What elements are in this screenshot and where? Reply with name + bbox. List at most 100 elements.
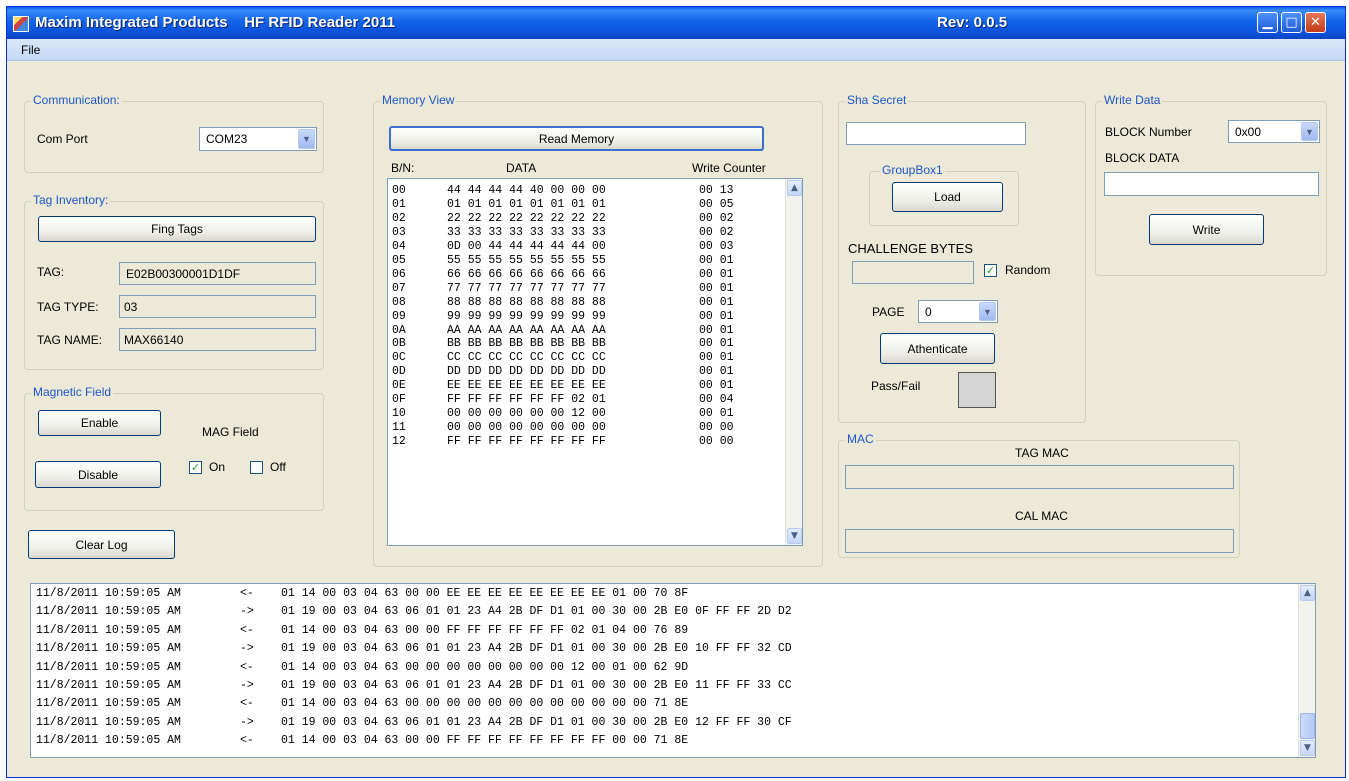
- pass-fail-indicator: [958, 372, 996, 408]
- memory-block-number: 0F: [392, 393, 406, 407]
- challenge-bytes-field[interactable]: [852, 261, 974, 284]
- checkmark-icon: ✓: [190, 461, 201, 474]
- clear-log-button[interactable]: Clear Log: [28, 530, 175, 559]
- memory-block-data: 00 00 00 00 00 00 12 00: [447, 407, 606, 421]
- log-direction: ->: [240, 605, 254, 619]
- block-number-label: BLOCK Number: [1105, 125, 1192, 139]
- memory-write-counter: 00 01: [699, 365, 734, 379]
- sha-secret-field[interactable]: [846, 122, 1026, 145]
- authenticate-button[interactable]: Athenticate: [880, 333, 995, 364]
- memory-write-counter: 00 00: [699, 421, 734, 435]
- memory-write-counter: 00 00: [699, 435, 734, 449]
- menu-file[interactable]: File: [21, 43, 40, 57]
- log-bytes: 01 14 00 03 04 63 00 00 00 00 00 00 00 0…: [281, 697, 689, 711]
- mag-off-label: Off: [270, 460, 286, 474]
- tag-type-field[interactable]: 03: [119, 295, 316, 318]
- memory-write-counter: 00 01: [699, 379, 734, 393]
- log-bytes: 01 19 00 03 04 63 06 01 01 23 A4 2B DF D…: [281, 642, 792, 656]
- memory-write-counter: 00 01: [699, 337, 734, 351]
- menu-bar: File: [7, 39, 1345, 61]
- tag-name-field[interactable]: MAX66140: [119, 328, 316, 351]
- memory-block-data: 99 99 99 99 99 99 99 99: [447, 309, 606, 323]
- log-bytes: 01 19 00 03 04 63 06 01 01 23 A4 2B DF D…: [281, 715, 792, 729]
- log-bytes: 01 14 00 03 04 63 00 00 FF FF FF FF FF F…: [281, 623, 689, 637]
- magnetic-field-title: Magnetic Field: [31, 385, 114, 399]
- log-direction: <-: [240, 734, 254, 748]
- log-bytes: 01 14 00 03 04 63 00 00 00 00 00 00 00 0…: [281, 660, 689, 674]
- tag-mac-field[interactable]: [845, 465, 1234, 489]
- scroll-up-icon[interactable]: ▲: [787, 180, 802, 196]
- authenticate-label: Athenticate: [907, 341, 968, 356]
- log-direction: ->: [240, 679, 254, 692]
- memory-block-data: CC CC CC CC CC CC CC CC: [447, 351, 606, 365]
- tag-mac-label: TAG MAC: [1015, 446, 1069, 460]
- checkmark-icon: ✓: [985, 264, 996, 277]
- memory-write-counter: 00 01: [699, 253, 734, 267]
- memory-scrollbar[interactable]: ▲ ▼: [785, 179, 802, 545]
- title-bar[interactable]: Maxim Integrated Products HF RFID Reader…: [7, 7, 1345, 39]
- com-port-select[interactable]: COM23 ▼: [199, 127, 317, 151]
- write-data-title: Write Data: [1102, 93, 1163, 107]
- memory-write-counter: 00 01: [699, 351, 734, 365]
- memory-write-counter: 00 01: [699, 407, 734, 421]
- memory-block-data: DD DD DD DD DD DD DD DD: [447, 365, 606, 379]
- log-scrollbar[interactable]: ▲ ▼: [1298, 584, 1315, 757]
- log-scroll-thumb[interactable]: [1300, 713, 1315, 739]
- tag-field[interactable]: E02B00300001D1DF: [119, 262, 316, 285]
- chevron-down-icon[interactable]: ▼: [979, 302, 996, 321]
- page-select[interactable]: 0 ▼: [918, 300, 998, 323]
- scroll-up-icon[interactable]: ▲: [1300, 585, 1315, 601]
- enable-button[interactable]: Enable: [38, 410, 161, 436]
- tag-name-label: TAG NAME:: [37, 333, 103, 347]
- memory-write-counter: 00 04: [699, 393, 734, 407]
- cal-mac-field[interactable]: [845, 529, 1234, 553]
- memory-block-number: 0A: [392, 323, 406, 337]
- memory-block-data: 66 66 66 66 66 66 66 66: [447, 267, 606, 281]
- memory-write-counter: 00 03: [699, 239, 734, 253]
- minimize-button[interactable]: ▁: [1257, 12, 1278, 33]
- disable-button[interactable]: Disable: [35, 461, 161, 488]
- random-checkbox[interactable]: ✓: [984, 264, 997, 277]
- write-button[interactable]: Write: [1149, 214, 1264, 245]
- tag-label: TAG:: [37, 265, 65, 279]
- memory-block-number: 0B: [392, 337, 406, 351]
- load-button[interactable]: Load: [892, 182, 1003, 212]
- block-number-select[interactable]: 0x00 ▼: [1228, 120, 1320, 143]
- find-tags-button[interactable]: Fing Tags: [38, 216, 316, 242]
- mag-off-checkbox[interactable]: [250, 461, 263, 474]
- scroll-down-icon[interactable]: ▼: [1300, 740, 1315, 756]
- memory-write-counter: 00 01: [699, 295, 734, 309]
- maximize-button[interactable]: □: [1281, 12, 1302, 33]
- scroll-down-icon[interactable]: ▼: [787, 528, 802, 544]
- log-bytes: 01 14 00 03 04 63 00 00 EE EE EE EE EE E…: [281, 587, 689, 600]
- memory-block-number: 11: [392, 421, 406, 435]
- memory-block-number: 08: [392, 295, 406, 309]
- log-bytes: 01 19 00 03 04 63 06 01 01 23 A4 2B DF D…: [281, 605, 792, 619]
- read-memory-button[interactable]: Read Memory: [389, 126, 764, 151]
- memory-block-data: 55 55 55 55 55 55 55 55: [447, 253, 606, 267]
- memory-block-number: 06: [392, 267, 406, 281]
- memory-listbox[interactable]: 00 44 44 44 44 40 00 00 00 00 13 01 01 01 01…: [387, 178, 803, 546]
- memory-block-number: 09: [392, 309, 406, 323]
- memory-block-data: 88 88 88 88 88 88 88 88: [447, 295, 606, 309]
- cal-mac-label: CAL MAC: [1015, 509, 1068, 523]
- log-timestamp: 11/8/2011 10:59:05 AM: [36, 660, 181, 674]
- communication-title: Communication:: [31, 93, 122, 107]
- mag-on-checkbox[interactable]: ✓: [189, 461, 202, 474]
- revision-label: Rev: 0.0.5: [937, 14, 1008, 31]
- col-bn-header: B/N:: [391, 161, 415, 175]
- block-data-field[interactable]: [1104, 172, 1319, 196]
- memory-write-counter: 00 01: [699, 323, 734, 337]
- col-data-header: DATA: [506, 161, 537, 175]
- load-label: Load: [934, 190, 961, 204]
- memory-block-number: 0C: [392, 351, 406, 365]
- log-direction: <-: [240, 697, 254, 711]
- memory-block-data: 44 44 44 44 40 00 00 00: [447, 184, 606, 197]
- memory-block-number: 07: [392, 281, 406, 295]
- close-button[interactable]: ✕: [1305, 12, 1326, 33]
- chevron-down-icon[interactable]: ▼: [1301, 122, 1318, 141]
- mag-on-label: On: [209, 460, 226, 474]
- memory-block-data: 33 33 33 33 33 33 33 33: [447, 225, 606, 239]
- chevron-down-icon[interactable]: ▼: [298, 129, 315, 149]
- log-listbox[interactable]: 11/8/2011 10:59:05 AM <- 01 14 00 03 04 63…: [30, 583, 1316, 758]
